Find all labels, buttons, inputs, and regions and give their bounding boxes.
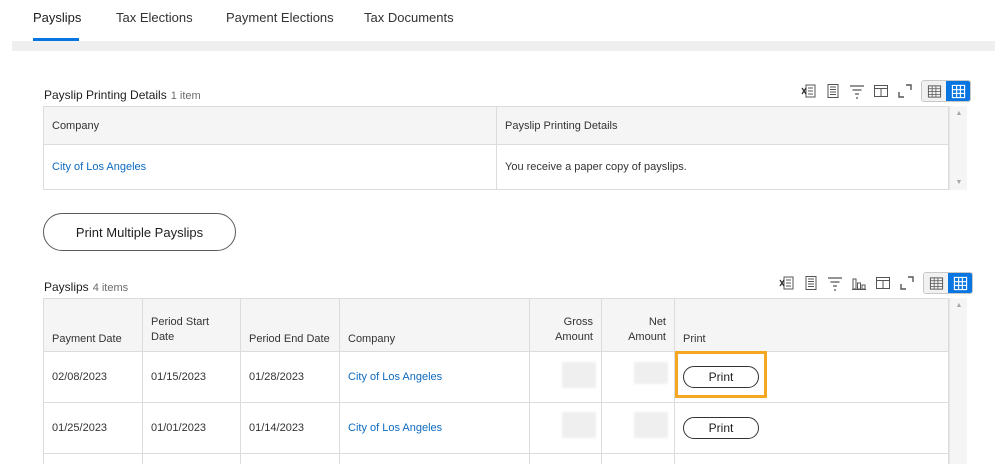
column-header-period-end[interactable]: Period End Date bbox=[240, 298, 340, 352]
export-pdf-icon[interactable] bbox=[800, 272, 822, 294]
payslips-table: Payment Date Period Start Date Period En… bbox=[43, 298, 949, 464]
period-start-line1: Period Start bbox=[151, 316, 210, 328]
table-view-icon[interactable] bbox=[922, 81, 946, 101]
redacted-net-amount bbox=[634, 362, 668, 384]
scroll-down-icon[interactable]: ▼ bbox=[950, 179, 968, 186]
company-cell: City of Los Angeles bbox=[339, 402, 530, 454]
empty-cell bbox=[240, 453, 340, 464]
net-line2: Amount bbox=[628, 331, 666, 343]
company-cell: City of Los Angeles bbox=[43, 144, 497, 190]
grid-view-icon[interactable] bbox=[948, 273, 972, 293]
column-header-payment-date[interactable]: Payment Date bbox=[43, 298, 143, 352]
column-header-net-amount[interactable]: Net Amount bbox=[601, 298, 675, 352]
fullscreen-icon[interactable] bbox=[894, 80, 916, 102]
period-end-cell: 01/14/2023 bbox=[240, 402, 340, 454]
printing-details-title: Payslip Printing Details 1 item bbox=[44, 88, 201, 102]
payslips-title-text: Payslips bbox=[44, 280, 89, 294]
table-row: 02/08/2023 01/15/2023 01/28/2023 City of… bbox=[43, 351, 949, 403]
print-button[interactable]: Print bbox=[683, 417, 759, 439]
empty-cell bbox=[339, 453, 530, 464]
redacted-gross-amount bbox=[562, 362, 596, 388]
company-link[interactable]: City of Los Angeles bbox=[348, 422, 442, 434]
print-cell: Print bbox=[674, 402, 949, 454]
column-header-period-start[interactable]: Period Start Date bbox=[142, 298, 241, 352]
printing-details-toolbar bbox=[796, 80, 971, 102]
payslips-count: 4 items bbox=[92, 282, 129, 294]
grid-view-icon[interactable] bbox=[946, 81, 970, 101]
tab-payslips[interactable]: Payslips bbox=[33, 10, 81, 25]
empty-cell bbox=[674, 453, 949, 464]
fullscreen-icon[interactable] bbox=[896, 272, 918, 294]
empty-cell bbox=[43, 453, 143, 464]
tab-divider-band bbox=[12, 41, 995, 51]
table-row: 01/25/2023 01/01/2023 01/14/2023 City of… bbox=[43, 402, 949, 454]
chart-icon[interactable] bbox=[848, 272, 870, 294]
payment-date-cell: 02/08/2023 bbox=[43, 351, 143, 403]
period-start-cell: 01/15/2023 bbox=[142, 351, 241, 403]
scroll-up-icon[interactable]: ▲ bbox=[950, 302, 968, 309]
printing-details-table: Company Payslip Printing Details City of… bbox=[43, 106, 949, 190]
payslips-toolbar bbox=[774, 272, 973, 294]
table-row bbox=[43, 453, 949, 464]
export-excel-icon[interactable] bbox=[798, 80, 820, 102]
payment-date-cell: 01/25/2023 bbox=[43, 402, 143, 454]
tab-bar: Payslips Tax Elections Payment Elections… bbox=[0, 0, 995, 41]
period-end-cell: 01/28/2023 bbox=[240, 351, 340, 403]
company-cell: City of Los Angeles bbox=[339, 351, 530, 403]
net-line1: Net bbox=[648, 316, 666, 328]
export-excel-icon[interactable] bbox=[776, 272, 798, 294]
column-header-gross-amount[interactable]: Gross Amount bbox=[529, 298, 602, 352]
company-link[interactable]: City of Los Angeles bbox=[52, 161, 146, 173]
filter-icon[interactable] bbox=[824, 272, 846, 294]
column-header-print[interactable]: Print bbox=[674, 298, 949, 352]
column-icon[interactable] bbox=[872, 272, 894, 294]
empty-cell bbox=[529, 453, 602, 464]
column-header-company[interactable]: Company bbox=[43, 106, 497, 145]
payslips-scrollbar[interactable]: ▲ bbox=[949, 298, 967, 464]
gross-line1: Gross bbox=[563, 316, 593, 328]
filter-icon[interactable] bbox=[846, 80, 868, 102]
view-toggle bbox=[923, 272, 973, 294]
payslips-title: Payslips 4 items bbox=[44, 280, 128, 294]
print-button-highlight bbox=[675, 351, 767, 398]
redacted-net-amount bbox=[634, 412, 668, 438]
column-header-company[interactable]: Company bbox=[339, 298, 530, 352]
printing-details-title-text: Payslip Printing Details bbox=[44, 88, 167, 102]
column-icon[interactable] bbox=[870, 80, 892, 102]
tab-tax-elections[interactable]: Tax Elections bbox=[116, 10, 193, 25]
empty-cell bbox=[601, 453, 675, 464]
table-row: City of Los Angeles You receive a paper … bbox=[43, 144, 949, 190]
tab-tax-documents[interactable]: Tax Documents bbox=[364, 10, 454, 25]
table-view-icon[interactable] bbox=[924, 273, 948, 293]
scroll-up-icon[interactable]: ▲ bbox=[950, 110, 968, 117]
view-toggle bbox=[921, 80, 971, 102]
period-start-cell: 01/01/2023 bbox=[142, 402, 241, 454]
printing-details-cell: You receive a paper copy of payslips. bbox=[496, 144, 949, 190]
export-pdf-icon[interactable] bbox=[822, 80, 844, 102]
printing-details-scrollbar[interactable]: ▲ ▼ bbox=[949, 106, 967, 190]
redacted-gross-amount bbox=[562, 412, 596, 438]
empty-cell bbox=[142, 453, 241, 464]
company-link[interactable]: City of Los Angeles bbox=[348, 371, 442, 383]
print-multiple-payslips-button[interactable]: Print Multiple Payslips bbox=[43, 213, 236, 251]
printing-details-count: 1 item bbox=[170, 90, 201, 102]
period-start-line2: Date bbox=[151, 331, 175, 343]
tab-payment-elections[interactable]: Payment Elections bbox=[226, 10, 334, 25]
column-header-printing-details[interactable]: Payslip Printing Details bbox=[496, 106, 949, 145]
gross-line2: Amount bbox=[555, 331, 593, 343]
